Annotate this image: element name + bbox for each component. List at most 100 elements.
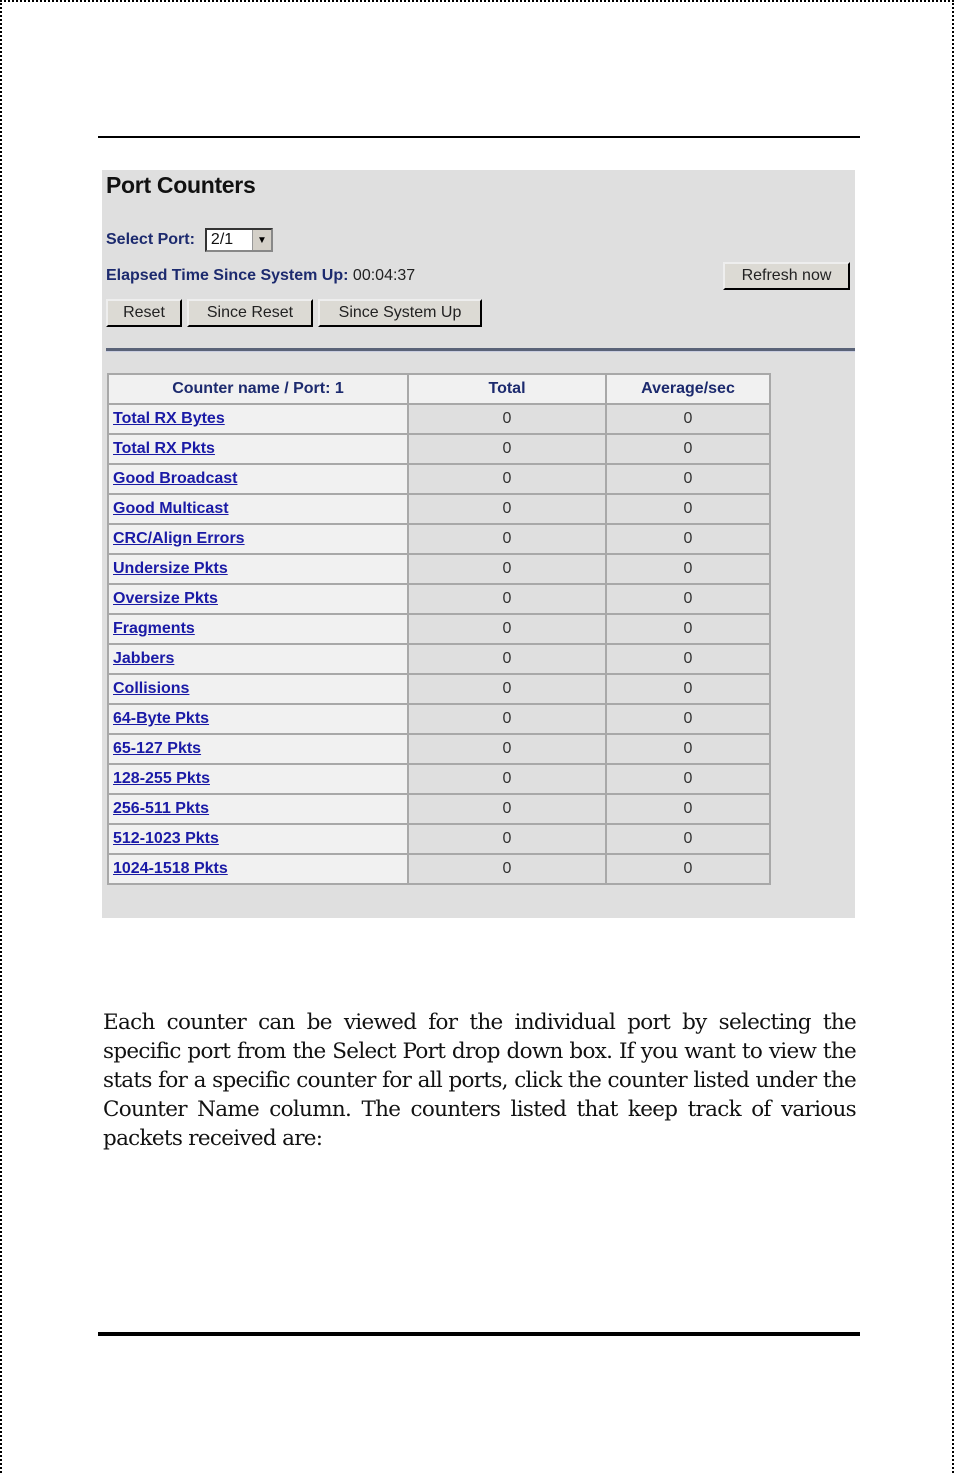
counter-name-cell: Good Broadcast — [107, 463, 409, 495]
reset-button[interactable]: Reset — [106, 299, 182, 327]
header-average: Average/sec — [605, 373, 771, 405]
header-rule — [98, 136, 860, 138]
counter-link[interactable]: Undersize Pkts — [113, 560, 228, 577]
counter-name-cell: Total RX Bytes — [107, 403, 409, 435]
total-cell: 0 — [407, 433, 607, 465]
header-counter-name: Counter name / Port: 1 — [107, 373, 409, 405]
total-cell: 0 — [407, 703, 607, 735]
table-row: Total RX Bytes 0 0 — [107, 403, 771, 435]
counter-link[interactable]: Collisions — [113, 680, 189, 697]
counters-table: Counter name / Port: 1 Total Average/sec… — [107, 373, 771, 885]
table-row: Total RX Pkts 0 0 — [107, 433, 771, 465]
elapsed-label: Elapsed Time Since System Up: — [106, 267, 349, 284]
counter-link[interactable]: 1024-1518 Pkts — [113, 860, 228, 877]
average-cell: 0 — [605, 493, 771, 525]
total-cell: 0 — [407, 463, 607, 495]
average-cell: 0 — [605, 643, 771, 675]
total-cell: 0 — [407, 403, 607, 435]
counter-link[interactable]: Jabbers — [113, 650, 174, 667]
body-paragraph: Each counter can be viewed for the indiv… — [103, 1010, 857, 1151]
average-cell: 0 — [605, 823, 771, 855]
total-cell: 0 — [407, 643, 607, 675]
average-cell: 0 — [605, 403, 771, 435]
table-row: Oversize Pkts 0 0 — [107, 583, 771, 615]
table-row: Good Multicast 0 0 — [107, 493, 771, 525]
counter-link[interactable]: 256-511 Pkts — [113, 800, 209, 817]
total-cell: 0 — [407, 493, 607, 525]
counter-link[interactable]: Good Broadcast — [113, 470, 237, 487]
counter-name-cell: Undersize Pkts — [107, 553, 409, 585]
average-cell: 0 — [605, 853, 771, 885]
table-row: 1024-1518 Pkts 0 0 — [107, 853, 771, 885]
counter-link[interactable]: Oversize Pkts — [113, 590, 218, 607]
refresh-now-button[interactable]: Refresh now — [723, 262, 850, 290]
average-cell: 0 — [605, 463, 771, 495]
average-cell: 0 — [605, 703, 771, 735]
counter-link[interactable]: 64-Byte Pkts — [113, 710, 209, 727]
counter-name-cell: Collisions — [107, 673, 409, 705]
table-row: Good Broadcast 0 0 — [107, 463, 771, 495]
counter-link[interactable]: 65-127 Pkts — [113, 740, 201, 757]
counter-link[interactable]: CRC/Align Errors — [113, 530, 245, 547]
panel-title: Port Counters — [106, 172, 256, 198]
average-cell: 0 — [605, 523, 771, 555]
average-cell: 0 — [605, 793, 771, 825]
table-row: 64-Byte Pkts 0 0 — [107, 703, 771, 735]
counter-name-cell: Jabbers — [107, 643, 409, 675]
average-cell: 0 — [605, 733, 771, 765]
select-port-value: 2/1 — [210, 231, 234, 248]
header-total: Total — [407, 373, 607, 405]
counter-name-cell: 65-127 Pkts — [107, 733, 409, 765]
counter-link[interactable]: 128-255 Pkts — [113, 770, 210, 787]
counter-link[interactable]: Fragments — [113, 620, 195, 637]
counter-link[interactable]: 512-1023 Pkts — [113, 830, 219, 847]
select-port-label: Select Port: — [106, 231, 195, 248]
select-port-row: Select Port: 2/1 ▼ — [106, 228, 273, 252]
select-port-dropdown[interactable]: 2/1 ▼ — [204, 228, 273, 252]
table-header-row: Counter name / Port: 1 Total Average/sec — [107, 373, 771, 405]
total-cell: 0 — [407, 613, 607, 645]
footer-rule — [98, 1332, 860, 1336]
counter-name-cell: Oversize Pkts — [107, 583, 409, 615]
total-cell: 0 — [407, 583, 607, 615]
total-cell: 0 — [407, 853, 607, 885]
total-cell: 0 — [407, 763, 607, 795]
elapsed-value: 00:04:37 — [352, 267, 416, 284]
port-counters-panel: Port Counters Select Port: 2/1 ▼ Elapsed… — [102, 170, 855, 918]
average-cell: 0 — [605, 553, 771, 585]
total-cell: 0 — [407, 673, 607, 705]
counter-name-cell: 512-1023 Pkts — [107, 823, 409, 855]
table-row: Undersize Pkts 0 0 — [107, 553, 771, 585]
counter-name-cell: Good Multicast — [107, 493, 409, 525]
total-cell: 0 — [407, 523, 607, 555]
table-row: CRC/Align Errors 0 0 — [107, 523, 771, 555]
table-row: 128-255 Pkts 0 0 — [107, 763, 771, 795]
counter-name-cell: CRC/Align Errors — [107, 523, 409, 555]
average-cell: 0 — [605, 613, 771, 645]
counter-name-cell: 1024-1518 Pkts — [107, 853, 409, 885]
table-row: Jabbers 0 0 — [107, 643, 771, 675]
counter-name-cell: 64-Byte Pkts — [107, 703, 409, 735]
average-cell: 0 — [605, 433, 771, 465]
total-cell: 0 — [407, 733, 607, 765]
counter-name-cell: 128-255 Pkts — [107, 763, 409, 795]
counter-link[interactable]: Good Multicast — [113, 500, 229, 517]
table-row: 256-511 Pkts 0 0 — [107, 793, 771, 825]
counter-name-cell: Fragments — [107, 613, 409, 645]
table-row: Fragments 0 0 — [107, 613, 771, 645]
counter-name-cell: 256-511 Pkts — [107, 793, 409, 825]
since-reset-button[interactable]: Since Reset — [187, 299, 313, 327]
counter-link[interactable]: Total RX Pkts — [113, 440, 215, 457]
chevron-down-icon[interactable]: ▼ — [251, 230, 271, 250]
table-row: Collisions 0 0 — [107, 673, 771, 705]
table-row: 65-127 Pkts 0 0 — [107, 733, 771, 765]
average-cell: 0 — [605, 583, 771, 615]
elapsed-time: Elapsed Time Since System Up: 00:04:37 — [106, 267, 415, 285]
separator — [106, 348, 855, 352]
average-cell: 0 — [605, 673, 771, 705]
total-cell: 0 — [407, 553, 607, 585]
counter-name-cell: Total RX Pkts — [107, 433, 409, 465]
since-system-up-button[interactable]: Since System Up — [318, 299, 482, 327]
counter-link[interactable]: Total RX Bytes — [113, 410, 225, 427]
total-cell: 0 — [407, 823, 607, 855]
